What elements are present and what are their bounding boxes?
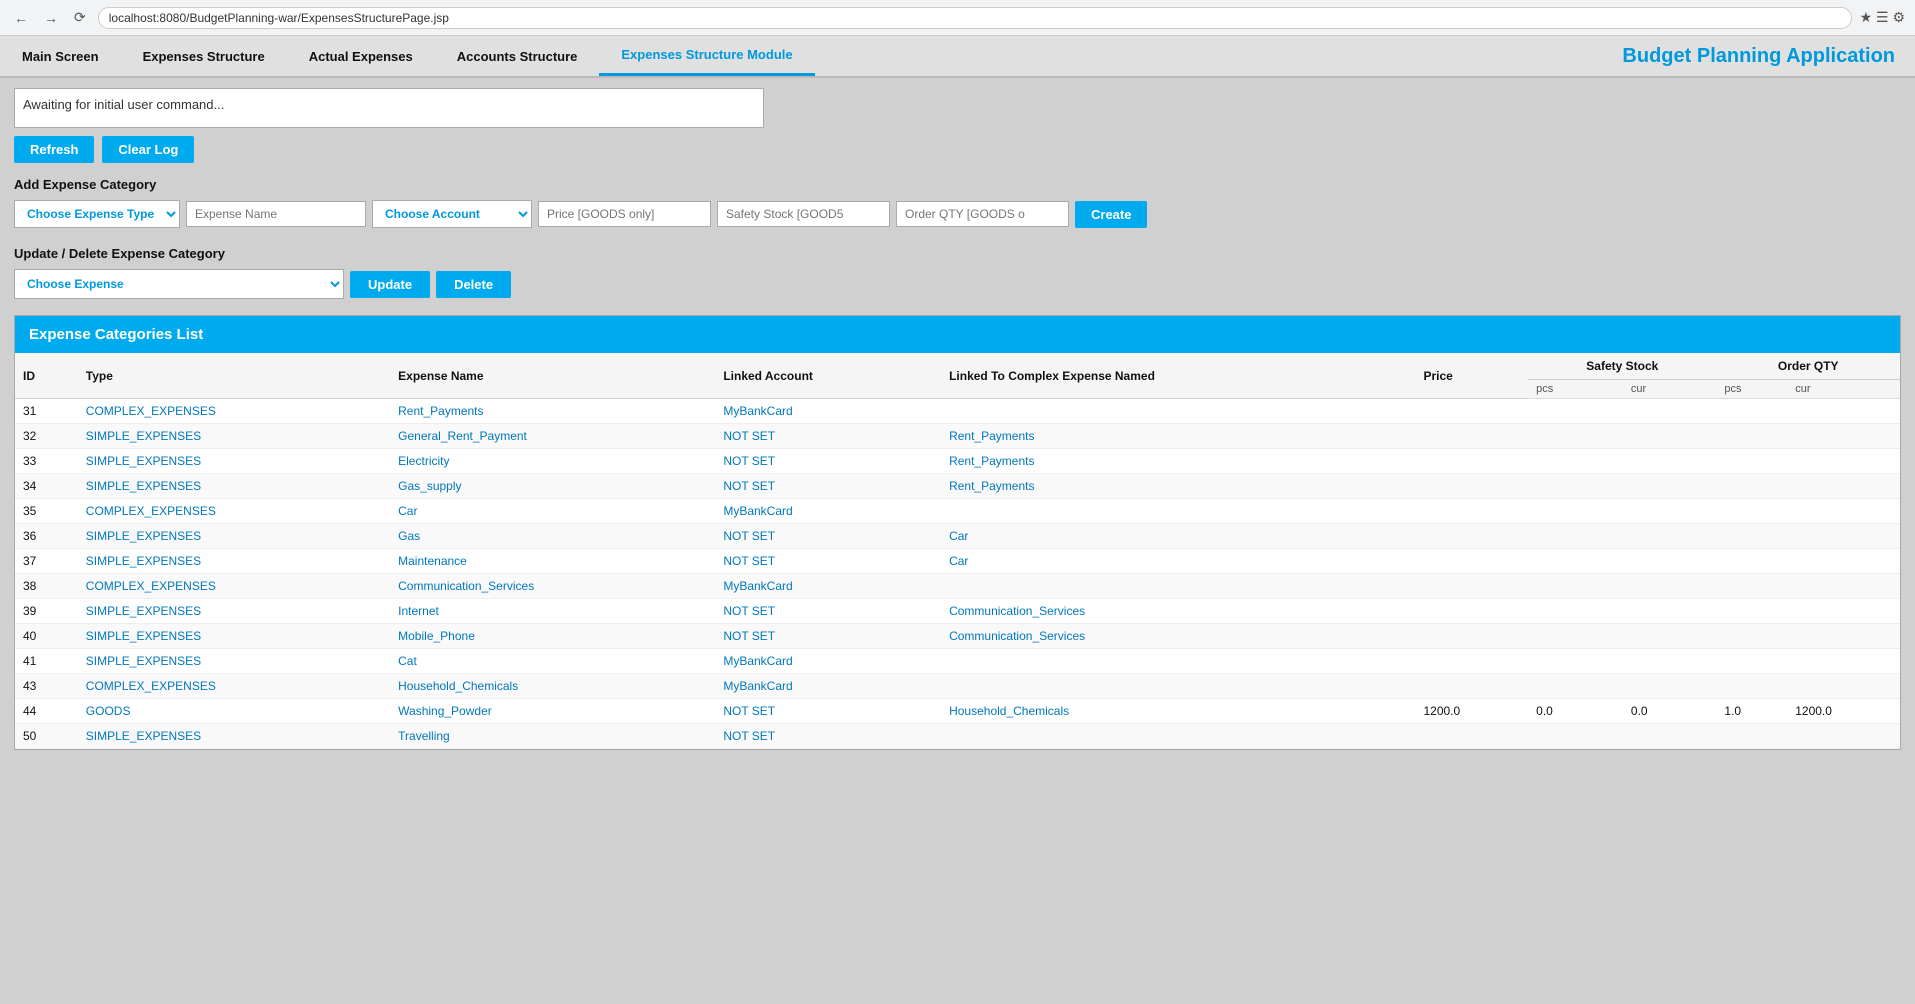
delete-button[interactable]: Delete <box>436 271 511 298</box>
update-button[interactable]: Update <box>350 271 430 298</box>
table-row: 50SIMPLE_EXPENSESTravellingNOT SET <box>15 724 1900 749</box>
log-buttons: Refresh Clear Log <box>14 136 1901 163</box>
table-header-bar: Expense Categories List <box>15 316 1900 353</box>
top-nav: Main Screen Expenses Structure Actual Ex… <box>0 36 1915 78</box>
table-row: 43COMPLEX_EXPENSESHousehold_ChemicalsMyB… <box>15 674 1900 699</box>
log-box: Awaiting for initial user command... <box>14 88 764 128</box>
order-qty-input[interactable] <box>896 201 1069 227</box>
refresh-button[interactable]: Refresh <box>14 136 94 163</box>
col-safety-stock-header: Safety Stock <box>1528 353 1716 380</box>
table-row: 34SIMPLE_EXPENSESGas_supplyNOT SETRent_P… <box>15 474 1900 499</box>
table-row: 38COMPLEX_EXPENSESCommunication_Services… <box>15 574 1900 599</box>
table-row: 40SIMPLE_EXPENSESMobile_PhoneNOT SETComm… <box>15 624 1900 649</box>
nav-expenses-structure-module[interactable]: Expenses Structure Module <box>599 36 814 76</box>
browser-bar: ← → ⟳ ★ ☰ ⚙ <box>0 0 1915 36</box>
reload-button[interactable]: ⟳ <box>70 7 90 28</box>
choose-account-select[interactable]: Choose Account <box>372 200 532 228</box>
add-form: Choose Expense Type Choose Account Creat… <box>14 200 1901 228</box>
app-title: Budget Planning Application <box>1602 36 1915 76</box>
url-bar[interactable] <box>98 7 1852 29</box>
col-oq-pcs: pcs <box>1716 380 1787 399</box>
update-form: Choose Expense Update Delete <box>14 269 1901 299</box>
choose-expense-type-select[interactable]: Choose Expense Type <box>14 200 180 228</box>
main-content: Awaiting for initial user command... Ref… <box>0 78 1915 760</box>
table-row: 36SIMPLE_EXPENSESGasNOT SETCar <box>15 524 1900 549</box>
update-section-label: Update / Delete Expense Category <box>14 246 1901 261</box>
nav-actual-expenses[interactable]: Actual Expenses <box>287 36 435 76</box>
nav-expenses-structure[interactable]: Expenses Structure <box>121 36 287 76</box>
col-type: Type <box>78 353 390 399</box>
table-row: 35COMPLEX_EXPENSESCarMyBankCard <box>15 499 1900 524</box>
expense-categories-table: ID Type Expense Name Linked Account Link… <box>15 353 1900 749</box>
col-price: Price <box>1415 353 1528 399</box>
col-oq-cur: cur <box>1787 380 1900 399</box>
nav-main-screen[interactable]: Main Screen <box>0 36 121 76</box>
price-input[interactable] <box>538 201 711 227</box>
col-order-qty-header: Order QTY <box>1716 353 1900 380</box>
table-row: 39SIMPLE_EXPENSESInternetNOT SETCommunic… <box>15 599 1900 624</box>
table-row: 44GOODSWashing_PowderNOT SETHousehold_Ch… <box>15 699 1900 724</box>
back-button[interactable]: ← <box>10 8 32 28</box>
col-linked-account: Linked Account <box>715 353 941 399</box>
table-section: Expense Categories List ID Type Expense … <box>14 315 1901 750</box>
table-row: 41SIMPLE_EXPENSESCatMyBankCard <box>15 649 1900 674</box>
col-expense-name: Expense Name <box>390 353 715 399</box>
choose-expense-select[interactable]: Choose Expense <box>14 269 344 299</box>
forward-button[interactable]: → <box>40 8 62 28</box>
expense-name-input[interactable] <box>186 201 366 227</box>
col-id: ID <box>15 353 78 399</box>
table-row: 32SIMPLE_EXPENSESGeneral_Rent_PaymentNOT… <box>15 424 1900 449</box>
browser-icons: ★ ☰ ⚙ <box>1860 9 1905 26</box>
table-row: 31COMPLEX_EXPENSESRent_PaymentsMyBankCar… <box>15 399 1900 424</box>
add-section-label: Add Expense Category <box>14 177 1901 192</box>
table-row: 37SIMPLE_EXPENSESMaintenanceNOT SETCar <box>15 549 1900 574</box>
col-ss-cur: cur <box>1623 380 1717 399</box>
table-row: 33SIMPLE_EXPENSESElectricityNOT SETRent_… <box>15 449 1900 474</box>
nav-accounts-structure[interactable]: Accounts Structure <box>435 36 600 76</box>
safety-stock-input[interactable] <box>717 201 890 227</box>
col-ss-pcs: pcs <box>1528 380 1623 399</box>
clear-log-button[interactable]: Clear Log <box>102 136 194 163</box>
col-linked-complex: Linked To Complex Expense Named <box>941 353 1415 399</box>
create-button[interactable]: Create <box>1075 201 1147 228</box>
